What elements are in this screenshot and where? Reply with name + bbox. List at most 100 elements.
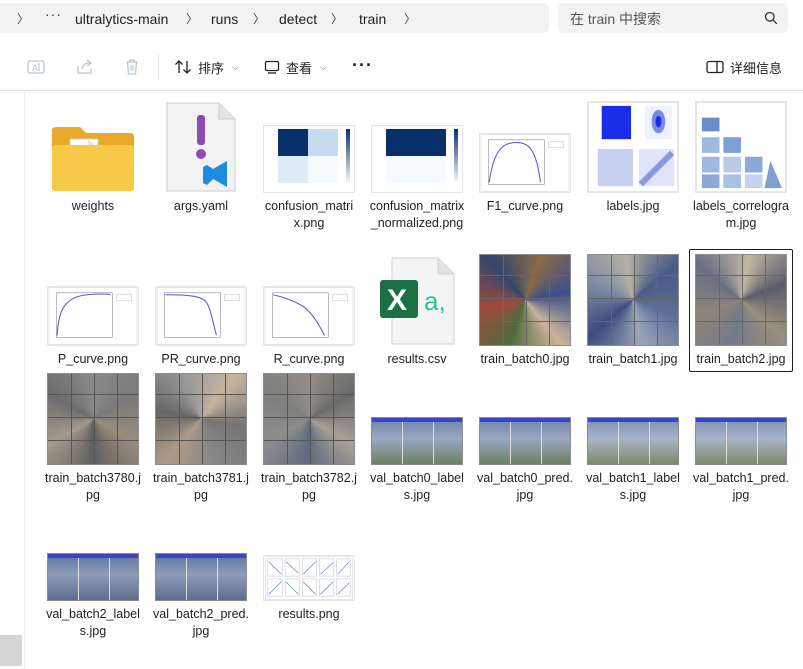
file-name: val_batch1_labels.jpg (586, 471, 680, 502)
file-name: val_batch0_pred.jpg (477, 471, 573, 502)
chevron-down-icon: ⌵ (320, 61, 327, 72)
file-item[interactable]: PR_curve.png (149, 249, 253, 372)
file-name: val_batch0_labels.jpg (370, 471, 464, 502)
sort-button[interactable]: 排序 ⌵ (174, 54, 239, 80)
view-button[interactable]: 查看 ⌵ (264, 54, 327, 80)
file-item-selected[interactable]: train_batch2.jpg (689, 249, 793, 372)
toolbar-divider (158, 54, 159, 80)
file-item[interactable]: train_batch0.jpg (473, 249, 577, 372)
more-options-button[interactable]: ··· (352, 55, 373, 76)
file-item[interactable]: train_batch3781.jpg (149, 368, 253, 508)
file-name: confusion_matrix.png (264, 199, 354, 230)
file-item[interactable]: labels.jpg (581, 96, 685, 219)
file-item[interactable]: weights (41, 96, 145, 219)
photo-mosaic-thumbnail (479, 254, 571, 346)
file-item[interactable]: val_batch0_pred.jpg (473, 368, 577, 508)
address-bar[interactable]: 〉 ··· ultralytics-main 〉 runs 〉 detect 〉… (0, 3, 549, 33)
file-name: confusion_matrix_normalized.png (369, 199, 465, 230)
chevron-down-icon: ⌵ (232, 61, 239, 72)
details-label: 详细信息 (730, 60, 783, 76)
file-item[interactable]: F1_curve.png (473, 96, 577, 219)
svg-text:X: X (387, 284, 407, 317)
val-mosaic-thumbnail (695, 417, 787, 465)
chevron-right-icon[interactable]: 〉 (331, 10, 343, 27)
file-item[interactable]: confusion_matrix.png (257, 96, 361, 236)
val-mosaic-thumbnail (587, 417, 679, 465)
breadcrumb-item[interactable]: detect (279, 11, 317, 27)
file-name: labels_correlogram.jpg (693, 199, 789, 230)
labels-thumbnail (587, 101, 679, 193)
file-item[interactable]: train_batch3782.jpg (257, 368, 361, 508)
file-item[interactable]: args.yaml (149, 96, 253, 219)
file-item[interactable]: val_batch1_labels.jpg (581, 368, 685, 508)
svg-text:a,: a, (424, 286, 446, 316)
breadcrumb-overflow-button[interactable]: ··· (45, 6, 62, 22)
details-pane-button[interactable]: 详细信息 (706, 54, 782, 80)
confusion-matrix-thumbnail (263, 125, 355, 193)
file-name: results.png (278, 607, 340, 621)
curve-thumbnail (47, 286, 139, 346)
rename-icon[interactable]: A (26, 57, 46, 77)
svg-text:A: A (32, 63, 38, 73)
file-name: train_batch3781.jpg (153, 471, 249, 502)
address-bar-row: 〉 ··· ultralytics-main 〉 runs 〉 detect 〉… (0, 0, 803, 38)
file-item[interactable]: results.png (257, 504, 361, 627)
sort-icon (175, 60, 191, 74)
photo-mosaic-thumbnail (263, 373, 355, 465)
search-box[interactable] (558, 3, 788, 33)
curve-thumbnail (263, 286, 355, 346)
file-item[interactable]: val_batch0_labels.jpg (365, 368, 469, 508)
delete-icon[interactable] (122, 57, 142, 77)
file-name: args.yaml (173, 199, 229, 213)
folder-icon (52, 127, 134, 191)
details-pane-icon (706, 60, 724, 74)
search-input[interactable] (568, 9, 752, 29)
view-label: 查看 (286, 60, 313, 76)
chevron-right-icon[interactable]: 〉 (186, 10, 198, 27)
file-name: val_batch1_pred.jpg (693, 471, 789, 502)
file-item[interactable]: val_batch2_labels.jpg (41, 504, 145, 644)
file-item[interactable]: X a, results.csv (365, 249, 469, 372)
photo-mosaic-thumbnail (155, 373, 247, 465)
val-mosaic-thumbnail (155, 553, 247, 601)
curve-thumbnail (155, 286, 247, 346)
file-item[interactable]: P_curve.png (41, 249, 145, 372)
file-name: val_batch2_labels.jpg (46, 607, 140, 638)
breadcrumb-item[interactable]: runs (211, 11, 238, 27)
file-item[interactable]: train_batch3780.jpg (41, 368, 145, 508)
file-item[interactable]: train_batch1.jpg (581, 249, 685, 372)
file-name: train_batch3782.jpg (261, 471, 357, 502)
val-mosaic-thumbnail (371, 417, 463, 465)
file-name: train_batch3780.jpg (45, 471, 141, 502)
file-name: weights (71, 199, 115, 213)
sort-label: 排序 (198, 60, 225, 76)
breadcrumb-item[interactable]: train (359, 11, 386, 27)
chevron-right-icon[interactable]: 〉 (253, 10, 265, 27)
curve-thumbnail (479, 133, 571, 193)
file-item[interactable]: confusion_matrix_normalized.png (365, 96, 469, 236)
file-item[interactable]: R_curve.png (257, 249, 361, 372)
vscode-file-icon (166, 102, 236, 192)
photo-mosaic-thumbnail (47, 373, 139, 465)
confusion-matrix-thumbnail (371, 125, 463, 193)
file-item[interactable]: val_batch2_pred.jpg (149, 504, 253, 644)
chevron-right-icon[interactable]: 〉 (17, 10, 29, 27)
file-name: labels.jpg (606, 199, 660, 213)
photo-mosaic-thumbnail (587, 254, 679, 346)
file-name: F1_curve.png (486, 199, 564, 213)
chevron-right-icon[interactable]: 〉 (404, 10, 416, 27)
breadcrumb-item[interactable]: ultralytics-main (75, 11, 168, 27)
view-icon (264, 60, 280, 74)
command-bar: A 排序 ⌵ 查看 ⌵ ··· 详细信息 (0, 44, 803, 91)
file-item[interactable]: val_batch1_pred.jpg (689, 368, 793, 508)
val-mosaic-thumbnail (47, 553, 139, 601)
excel-csv-icon: X a, (380, 257, 455, 345)
file-item[interactable]: labels_correlogram.jpg (689, 96, 793, 236)
photo-mosaic-thumbnail (695, 254, 787, 346)
share-icon[interactable] (75, 57, 95, 77)
val-mosaic-thumbnail (479, 417, 571, 465)
file-name: val_batch2_pred.jpg (153, 607, 249, 638)
file-grid: weights args.yaml confusion_matrix.png c… (0, 91, 803, 669)
search-icon[interactable] (764, 11, 778, 25)
correlogram-thumbnail (695, 101, 787, 193)
